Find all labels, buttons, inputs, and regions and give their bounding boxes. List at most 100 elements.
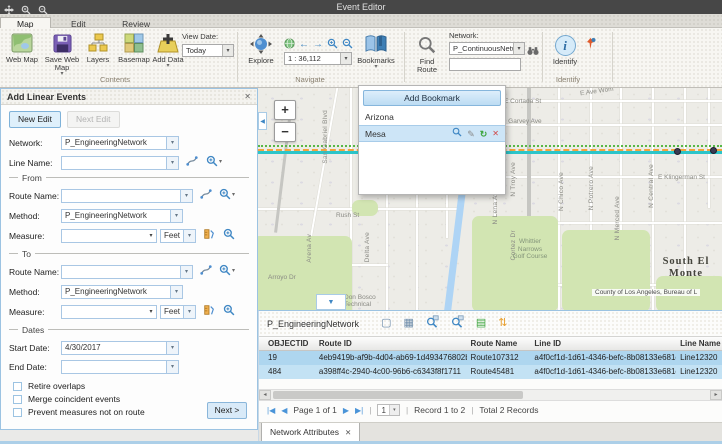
next-edit-button[interactable]: Next Edit (67, 111, 120, 128)
zoom-to-line-icon[interactable] (206, 154, 218, 172)
merge-coincident-checkbox[interactable] (13, 395, 22, 404)
from-measure-label: Measure: (9, 231, 61, 241)
network-select[interactable]: P_ContinuousNetwork ▾ (449, 42, 525, 55)
explore-icon (249, 33, 273, 55)
map-scale-select[interactable]: 1 : 36,112 ▾ (284, 52, 352, 65)
bookmark-edit-icon[interactable]: ✎ (467, 126, 475, 142)
pushpin-icon[interactable] (585, 37, 596, 55)
start-date-label: Start Date: (9, 343, 61, 353)
to-route-name-select[interactable]: ▾ (61, 265, 193, 279)
save-web-map-button[interactable]: Save Web Map ▾ (44, 32, 80, 77)
line-name-label: Line Name: (9, 158, 61, 168)
previous-extent-icon[interactable]: ← (299, 40, 309, 50)
bookmark-zoom-icon[interactable] (452, 126, 462, 142)
network-field-select[interactable]: P_EngineeringNetwork ▾ (61, 136, 179, 150)
switch-selection-icon[interactable]: ▤ (476, 318, 486, 329)
bookmark-item-mesa[interactable]: Mesa ✎ ↻ ✕ (359, 125, 505, 142)
collapse-panel-down-button[interactable]: ▼ (316, 294, 346, 310)
basemap-button[interactable]: Basemap (116, 32, 152, 64)
new-edit-button[interactable]: New Edit (9, 111, 61, 128)
page-number-select[interactable]: 1 ▾ (377, 404, 399, 416)
tab-network-attributes[interactable]: Network Attributes ✕ (261, 423, 360, 442)
explore-button[interactable]: Explore (243, 33, 279, 65)
line-name-select[interactable]: ▾ (61, 156, 179, 170)
prevent-measures-checkbox[interactable] (13, 408, 22, 417)
zoom-to-route-icon[interactable] (219, 187, 231, 205)
next-page-button[interactable]: ▶ (343, 406, 349, 415)
add-bookmark-button[interactable]: Add Bookmark (363, 90, 501, 106)
map-zoom-in-button[interactable]: + (274, 100, 296, 120)
next-step-button[interactable]: Next > (207, 402, 247, 419)
prev-page-button[interactable]: ◀ (281, 406, 287, 415)
golf-course-label: WhittierNarrowsGolf Course (500, 238, 560, 261)
table-row[interactable]: 19 4eb9419b-af9b-4d04-ab69-1d493476802b … (259, 351, 722, 365)
first-page-button[interactable]: |◀ (267, 406, 275, 415)
zoom-options-caret-icon[interactable]: ▾ (232, 193, 235, 198)
route-point-marker[interactable] (674, 148, 681, 155)
panel-title: Add Linear Events (7, 92, 244, 102)
table-row[interactable]: 484 a398ff4c-2940-4c00-96b6-c6343f8f1711… (259, 365, 722, 379)
total-records-label: Total 2 Records (479, 405, 538, 415)
end-date-input[interactable]: ▾ (61, 360, 179, 374)
tab-close-icon[interactable]: ✕ (345, 428, 351, 437)
horizontal-scrollbar[interactable]: ◂ ▸ (259, 389, 722, 401)
table-header-row[interactable]: OBJECTID Route ID Route Name Line ID Lin… (259, 336, 722, 351)
app-title: Event Editor (0, 0, 722, 14)
find-route-button[interactable]: Find Route (410, 34, 444, 74)
select-route-on-map-icon[interactable] (200, 187, 212, 205)
select-route-on-map-icon[interactable] (200, 263, 212, 281)
zoom-to-measure-icon[interactable] (223, 227, 235, 245)
add-data-button[interactable]: Add Data ▾ (152, 32, 184, 69)
to-section-label: To (22, 249, 31, 259)
zoom-to-measure-icon[interactable] (223, 303, 235, 321)
scroll-right-icon[interactable]: ▸ (710, 390, 722, 400)
to-method-select[interactable]: P_EngineeringNetwork ▾ (61, 285, 183, 299)
from-measure-input[interactable]: ▾ (61, 229, 157, 243)
network-field-label: Network: (9, 138, 61, 148)
layers-button[interactable]: Layers (82, 32, 114, 64)
from-section-label: From (22, 173, 42, 183)
measure-from-map-icon[interactable] (203, 303, 215, 321)
route-point-marker[interactable] (710, 147, 717, 154)
identify-button[interactable]: i Identify (548, 34, 582, 66)
zoom-options-caret-icon[interactable]: ▾ (232, 269, 235, 274)
find-route-icon (418, 34, 436, 56)
to-measure-input[interactable]: ▾ (61, 305, 157, 319)
bookmarks-button[interactable]: Bookmarks ▾ (354, 33, 398, 70)
select-record-icon[interactable]: ▢ (381, 318, 391, 329)
street-label: Arroyo Dr (268, 274, 296, 281)
bookmark-item-arizona[interactable]: Arizona (359, 110, 505, 125)
retire-overlaps-checkbox[interactable] (13, 382, 22, 391)
next-extent-icon[interactable]: → (313, 40, 323, 50)
sort-records-icon[interactable]: ⇅ (498, 318, 507, 329)
start-date-input[interactable]: 4/30/2017 ▾ (61, 341, 179, 355)
scroll-left-icon[interactable]: ◂ (259, 390, 271, 400)
map-zoom-out-button[interactable]: − (274, 122, 296, 142)
pan-to-selected-icon[interactable] (451, 315, 464, 333)
last-page-button[interactable]: ▶| (355, 406, 363, 415)
web-map-button[interactable]: Web Map (4, 32, 40, 64)
binoculars-icon[interactable] (527, 43, 539, 61)
from-measure-unit-select[interactable]: Feet ▾ (160, 229, 196, 243)
route-search-input[interactable] (449, 58, 521, 71)
measure-from-map-icon[interactable] (203, 227, 215, 245)
scale-caret-icon: ▾ (340, 53, 351, 64)
zoom-to-selected-icon[interactable] (426, 315, 439, 333)
to-measure-label: Measure: (9, 307, 61, 317)
street-label: Delta Ave (364, 232, 371, 262)
dates-section-label: Dates (22, 325, 44, 335)
select-line-on-map-icon[interactable] (186, 154, 198, 172)
zoom-options-caret-icon[interactable]: ▾ (219, 160, 222, 165)
attribute-table-icon[interactable]: ▦ (403, 318, 413, 329)
bookmark-delete-icon[interactable]: ✕ (492, 126, 499, 142)
panel-close-icon[interactable]: ✕ (244, 92, 251, 101)
from-route-name-select[interactable]: ▾ (61, 189, 193, 203)
to-measure-unit-select[interactable]: Feet ▾ (160, 305, 196, 319)
view-date-select[interactable]: Today ▾ (182, 44, 234, 57)
scrollbar-thumb[interactable] (273, 391, 523, 399)
bookmarks-caret-icon: ▾ (374, 65, 377, 70)
bookmark-refresh-icon[interactable]: ↻ (480, 126, 488, 142)
from-method-select[interactable]: P_EngineeringNetwork ▾ (61, 209, 183, 223)
zoom-to-route-icon[interactable] (219, 263, 231, 281)
collapse-panel-left-button[interactable]: ◀ (258, 112, 267, 130)
